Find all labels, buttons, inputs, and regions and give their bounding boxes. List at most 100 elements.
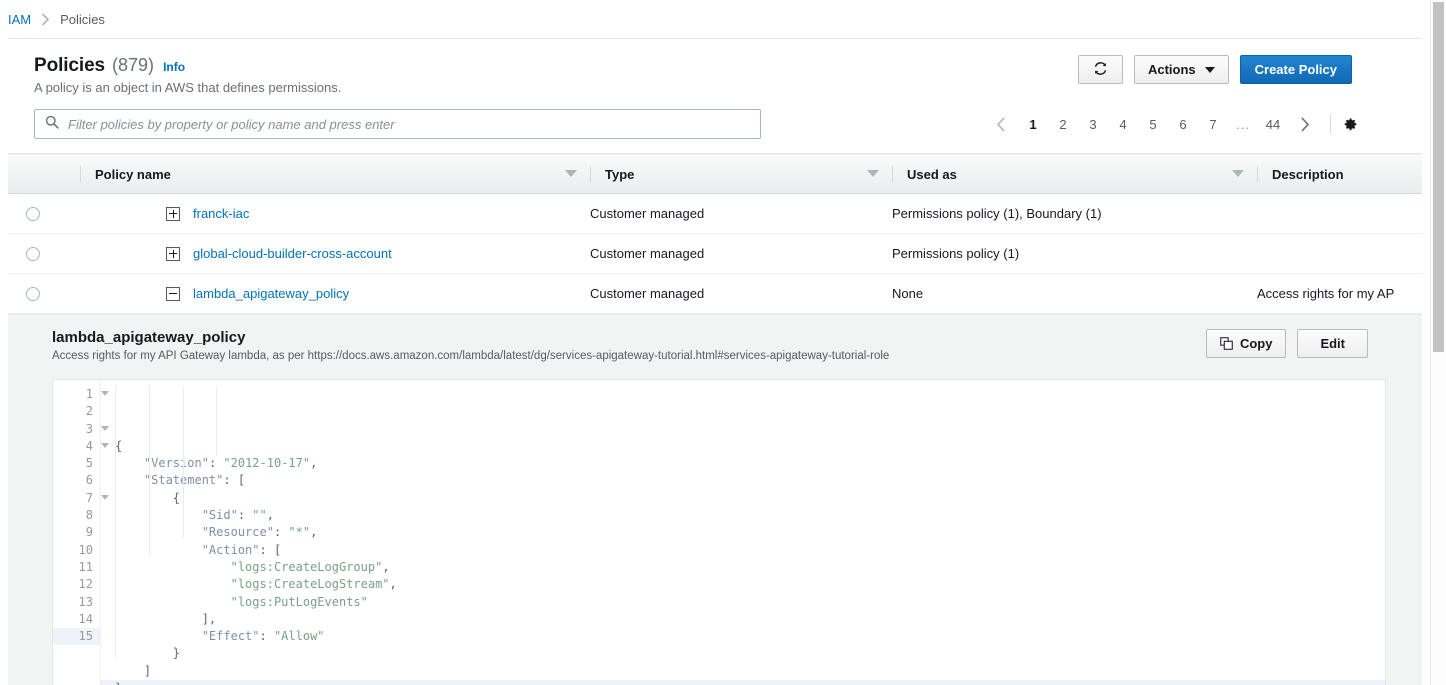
policy-detail-title: lambda_apigateway_policy — [52, 329, 246, 346]
policies-panel: Policies (879) Info A policy is an objec… — [8, 38, 1422, 685]
editor-code-line: "logs:CreateLogGroup", — [230, 559, 390, 574]
page-title-line: Policies (879) Info — [34, 55, 341, 77]
search-icon — [45, 115, 59, 134]
editor-code-line: } — [101, 680, 1385, 685]
column-used-as-label: Used as — [892, 165, 957, 182]
editor-code-line: ] — [115, 663, 152, 678]
editor-code-line: "Sid": "", — [201, 508, 274, 523]
editor-code-line: { — [115, 490, 181, 505]
row-name-cell: franck-iac — [80, 193, 590, 234]
table-row[interactable]: franck-iac Customer managed Permissions … — [8, 193, 1422, 234]
pagination-prev[interactable] — [990, 111, 1012, 137]
copy-icon — [1220, 337, 1233, 350]
row-select-cell — [8, 273, 80, 314]
actions-dropdown-button[interactable]: Actions — [1133, 55, 1229, 84]
editor-line-number: 1 — [53, 386, 109, 403]
table-row[interactable]: lambda_apigateway_policy Customer manage… — [8, 273, 1422, 314]
row-name-cell: lambda_apigateway_policy — [80, 273, 590, 314]
column-type-label: Type — [590, 165, 634, 182]
breadcrumb-item-iam[interactable]: IAM — [8, 12, 31, 27]
create-policy-label: Create Policy — [1254, 62, 1337, 77]
table-toolbar: 1 2 3 4 5 6 7 ... 44 — [8, 95, 1422, 153]
row-expand-icon[interactable] — [166, 206, 180, 221]
editor-line-number: 7 — [53, 490, 109, 507]
row-expand-icon[interactable] — [166, 246, 180, 261]
breadcrumb: IAM Policies — [0, 0, 1430, 38]
editor-line-number: 10 — [78, 542, 93, 557]
editor-code-line: } — [115, 646, 181, 661]
panel-header: Policies (879) Info A policy is an objec… — [8, 39, 1422, 95]
edit-button[interactable]: Edit — [1297, 329, 1368, 358]
code-area: 1 2 3 4 5 6 7 8 9 10 11 12 13 14 15 { "Version": "2012… — [53, 380, 1385, 685]
pagination-page-7[interactable]: 7 — [1202, 111, 1224, 137]
pagination-page-3[interactable]: 3 — [1082, 111, 1104, 137]
row-description: Access rights for my AP — [1257, 273, 1422, 314]
policy-link[interactable]: global-cloud-builder-cross-account — [193, 246, 392, 261]
column-description-label: Description — [1257, 165, 1344, 182]
create-policy-button[interactable]: Create Policy — [1239, 55, 1352, 84]
pagination-page-2[interactable]: 2 — [1052, 111, 1074, 137]
policy-detail-actions: Copy Edit — [1205, 329, 1406, 358]
column-used-as[interactable]: Used as — [892, 153, 1257, 194]
table-row[interactable]: global-cloud-builder-cross-account Custo… — [8, 233, 1422, 274]
column-select — [8, 153, 80, 194]
page-scrollbar[interactable] — [1430, 0, 1446, 685]
page-scrollbar-thumb[interactable] — [1433, 2, 1444, 352]
editor-line-number: 4 — [53, 438, 109, 455]
row-type: Customer managed — [590, 193, 892, 234]
editor-line-number: 9 — [85, 525, 93, 540]
policy-count: (879) — [112, 55, 155, 75]
editor-code-line: "logs:PutLogEvents" — [230, 594, 368, 609]
column-policy-name[interactable]: Policy name — [80, 153, 590, 194]
editor-line-numbers: 1 2 3 4 5 6 7 8 9 10 11 12 13 14 15 — [53, 380, 109, 685]
editor-code-line: { — [115, 438, 123, 453]
column-description: Description — [1257, 153, 1422, 194]
pagination-page-4[interactable]: 4 — [1112, 111, 1134, 137]
policy-detail-header: lambda_apigateway_policy Access rights f… — [24, 329, 1406, 362]
row-radio[interactable] — [26, 206, 40, 221]
column-policy-name-label: Policy name — [80, 165, 171, 182]
editor-code-line: "Version": "2012-10-17", — [143, 456, 318, 471]
search-field[interactable] — [34, 109, 761, 139]
page-root: IAM Policies Policies (879) Info A polic… — [0, 0, 1446, 685]
editor-line-number: 15 — [53, 628, 100, 646]
editor-line-number: 11 — [78, 559, 93, 574]
pagination-next[interactable] — [1294, 111, 1316, 137]
row-type: Customer managed — [590, 273, 892, 314]
row-name-cell: global-cloud-builder-cross-account — [80, 233, 590, 274]
row-collapse-icon[interactable] — [166, 286, 180, 301]
policy-json-editor[interactable]: 1 2 3 4 5 6 7 8 9 10 11 12 13 14 15 { "Version": "2012… — [52, 379, 1386, 685]
sort-type-icon[interactable] — [867, 170, 879, 177]
editor-line-number: 8 — [85, 508, 93, 523]
row-radio[interactable] — [26, 286, 40, 301]
row-used-as: Permissions policy (1), Boundary (1) — [892, 193, 1257, 234]
editor-line-number: 6 — [85, 473, 93, 488]
pagination-page-1[interactable]: 1 — [1022, 111, 1044, 137]
editor-line-number: 12 — [78, 577, 93, 592]
pagination-page-last[interactable]: 44 — [1262, 111, 1284, 137]
copy-button[interactable]: Copy — [1205, 329, 1287, 358]
breadcrumb-item-policies: Policies — [60, 11, 105, 27]
header-actions: Actions Create Policy — [1077, 55, 1406, 84]
policy-link[interactable]: franck-iac — [193, 206, 249, 221]
page-content: IAM Policies Policies (879) Info A polic… — [0, 0, 1430, 685]
sort-used-as-icon[interactable] — [1232, 170, 1244, 177]
info-link[interactable]: Info — [163, 60, 185, 74]
row-radio[interactable] — [26, 246, 40, 261]
pagination-page-6[interactable]: 6 — [1172, 111, 1194, 137]
pagination-page-5[interactable]: 5 — [1142, 111, 1164, 137]
search-input[interactable] — [66, 115, 760, 133]
sort-policy-name-icon[interactable] — [565, 170, 577, 177]
policy-detail-titleblock: lambda_apigateway_policy Access rights f… — [24, 329, 889, 362]
actions-label: Actions — [1147, 62, 1196, 77]
editor-line-number: 13 — [78, 594, 93, 609]
editor-line-number: 2 — [85, 404, 93, 419]
editor-line-number: 5 — [85, 456, 93, 471]
column-type[interactable]: Type — [590, 153, 892, 194]
policy-detail-panel: lambda_apigateway_policy Access rights f… — [8, 314, 1422, 685]
editor-code[interactable]: { "Version": "2012-10-17", "Statement": … — [101, 380, 1385, 685]
policy-detail-description: Access rights for my API Gateway lambda,… — [52, 350, 890, 362]
gear-icon[interactable] — [1341, 116, 1358, 133]
refresh-button[interactable] — [1077, 55, 1123, 84]
policy-link[interactable]: lambda_apigateway_policy — [193, 286, 349, 301]
